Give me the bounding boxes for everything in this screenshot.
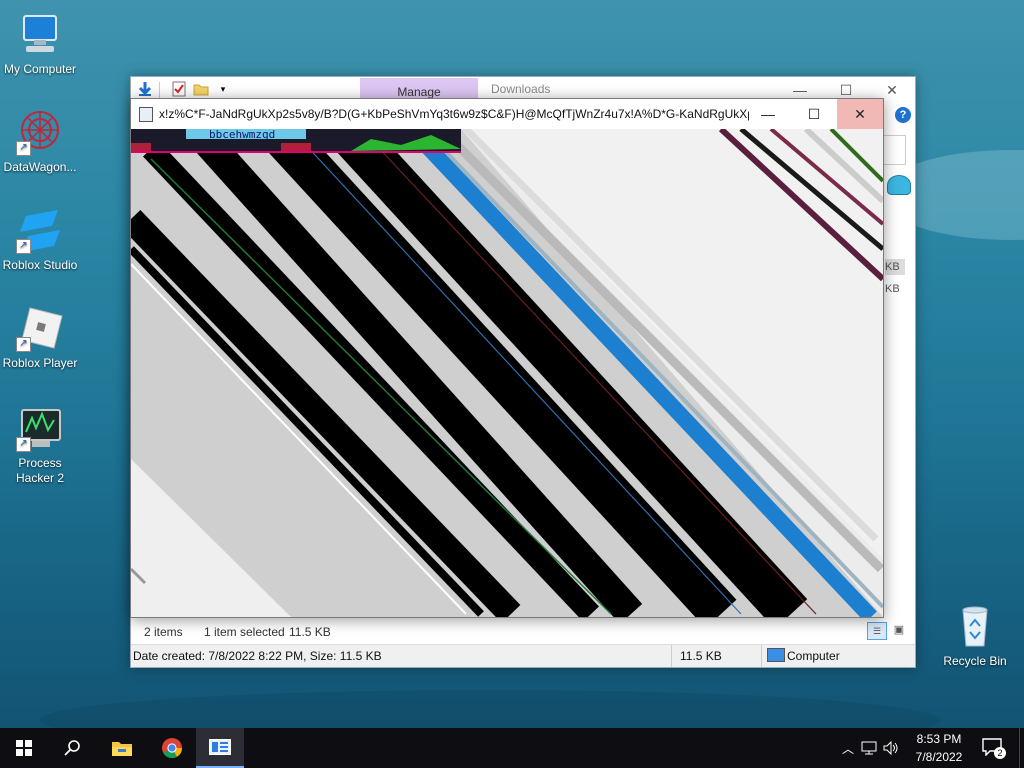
shell-icon — [887, 175, 911, 195]
desktop-icon-recycle-bin[interactable]: Recycle Bin — [935, 602, 1015, 669]
system-tray: ︿ — [838, 728, 902, 768]
shortcut-arrow-icon: ↗ — [16, 141, 31, 156]
size-cell: KB — [885, 283, 900, 295]
clock-date: 7/8/2022 — [915, 750, 963, 764]
maximize-button[interactable]: ☐ — [791, 99, 837, 129]
window-title: Downloads — [491, 82, 551, 96]
desktop-icon-datawagon[interactable]: ↗ DataWagon... — [0, 108, 80, 175]
details-text: Date created: 7/8/2022 8:22 PM, Size: 11… — [133, 649, 382, 663]
desktop-icon-my-computer[interactable]: My Computer — [0, 10, 80, 77]
explorer-right-edge: ? KB KB › — [883, 103, 915, 643]
taskbar: ︿ 8:53 PM 7/8/2022 2 — [0, 728, 1024, 768]
details-location: Computer — [787, 649, 840, 663]
show-hidden-icons-icon[interactable]: ︿ — [838, 740, 858, 757]
folder-icon[interactable] — [98, 728, 146, 768]
volume-icon[interactable] — [880, 741, 902, 755]
status-bar: 2 items 1 item selected 11.5 KB ☰ ▣ — [131, 616, 915, 644]
image-viewer-icon[interactable] — [196, 728, 244, 768]
large-icons-view-icon[interactable]: ▣ — [891, 622, 907, 638]
shortcut-arrow-icon: ↗ — [16, 337, 31, 352]
image-file-icon — [139, 107, 153, 122]
viewer-title: x!z%C*F-JaNdRgUkXp2s5v8y/B?D(G+KbPeShVmY… — [159, 107, 749, 121]
minimize-button[interactable]: — — [745, 99, 791, 129]
search-icon[interactable] — [48, 728, 96, 768]
image-viewer-window[interactable]: x!z%C*F-JaNdRgUkXp2s5v8y/B?D(G+KbPeShVmY… — [130, 98, 884, 618]
monitor-icon — [767, 648, 785, 662]
desktop-icon-roblox-studio[interactable]: ↗ Roblox Studio — [0, 206, 80, 273]
chrome-icon[interactable] — [148, 728, 196, 768]
customize-toolbar-icon[interactable]: ▾ — [215, 81, 231, 97]
download-arrow-icon[interactable] — [137, 81, 153, 97]
separator — [159, 82, 160, 98]
help-icon[interactable]: ? — [895, 107, 911, 123]
details-view-icon[interactable]: ☰ — [867, 622, 887, 640]
clock-time: 8:53 PM — [916, 732, 962, 746]
datawagon-icon: ↗ — [16, 108, 64, 156]
computer-icon — [16, 10, 64, 58]
viewer-titlebar[interactable]: x!z%C*F-JaNdRgUkXp2s5v8y/B?D(G+KbPeShVmY… — [131, 99, 883, 129]
roblox-player-icon: ↗ — [16, 304, 64, 352]
windows-logo-icon[interactable] — [0, 728, 48, 768]
details-divider — [761, 645, 762, 667]
recycle-bin-icon — [951, 602, 999, 650]
glitched-image: bbcehwmzqd — [131, 129, 883, 617]
selection-count: 1 item selected — [204, 625, 285, 639]
roblox-studio-icon: ↗ — [16, 206, 64, 254]
notification-icon[interactable]: 2 — [982, 738, 1006, 759]
search-box-edge[interactable] — [883, 135, 906, 165]
selection-size: 11.5 KB — [289, 625, 331, 639]
network-icon[interactable] — [858, 741, 880, 755]
desktop-icon-roblox-player[interactable]: ↗ Roblox Player — [0, 304, 80, 371]
properties-icon[interactable] — [171, 81, 187, 97]
new-folder-icon[interactable] — [193, 81, 209, 97]
desktop-icon-process-hacker[interactable]: ↗ Process Hacker 2 — [0, 404, 80, 486]
shortcut-arrow-icon: ↗ — [16, 239, 31, 254]
desktop-icon-label: Roblox Player — [2, 356, 78, 370]
desktop-icon-label: Process Hacker 2 — [15, 456, 65, 485]
desktop-icon-label: Recycle Bin — [943, 654, 1007, 668]
desktop-icon-label: Roblox Studio — [2, 258, 78, 272]
details-divider — [671, 645, 672, 667]
size-cell: KB — [885, 259, 905, 275]
item-count: 2 items — [144, 625, 183, 639]
close-button[interactable]: ✕ — [837, 99, 883, 129]
show-desktop-button[interactable] — [1019, 728, 1024, 768]
process-hacker-icon: ↗ — [16, 404, 64, 452]
desktop-icon-label: My Computer — [3, 62, 77, 76]
desktop-icon-label: DataWagon... — [3, 160, 77, 174]
details-size: 11.5 KB — [680, 649, 722, 663]
notification-count: 2 — [994, 747, 1006, 759]
glitch-text: bbcehwmzqd — [209, 129, 275, 141]
shortcut-arrow-icon: ↗ — [16, 437, 31, 452]
taskbar-clock[interactable]: 8:53 PM 7/8/2022 — [905, 730, 973, 766]
image-canvas[interactable]: bbcehwmzqd — [131, 129, 883, 617]
details-bar: Date created: 7/8/2022 8:22 PM, Size: 11… — [131, 644, 915, 667]
